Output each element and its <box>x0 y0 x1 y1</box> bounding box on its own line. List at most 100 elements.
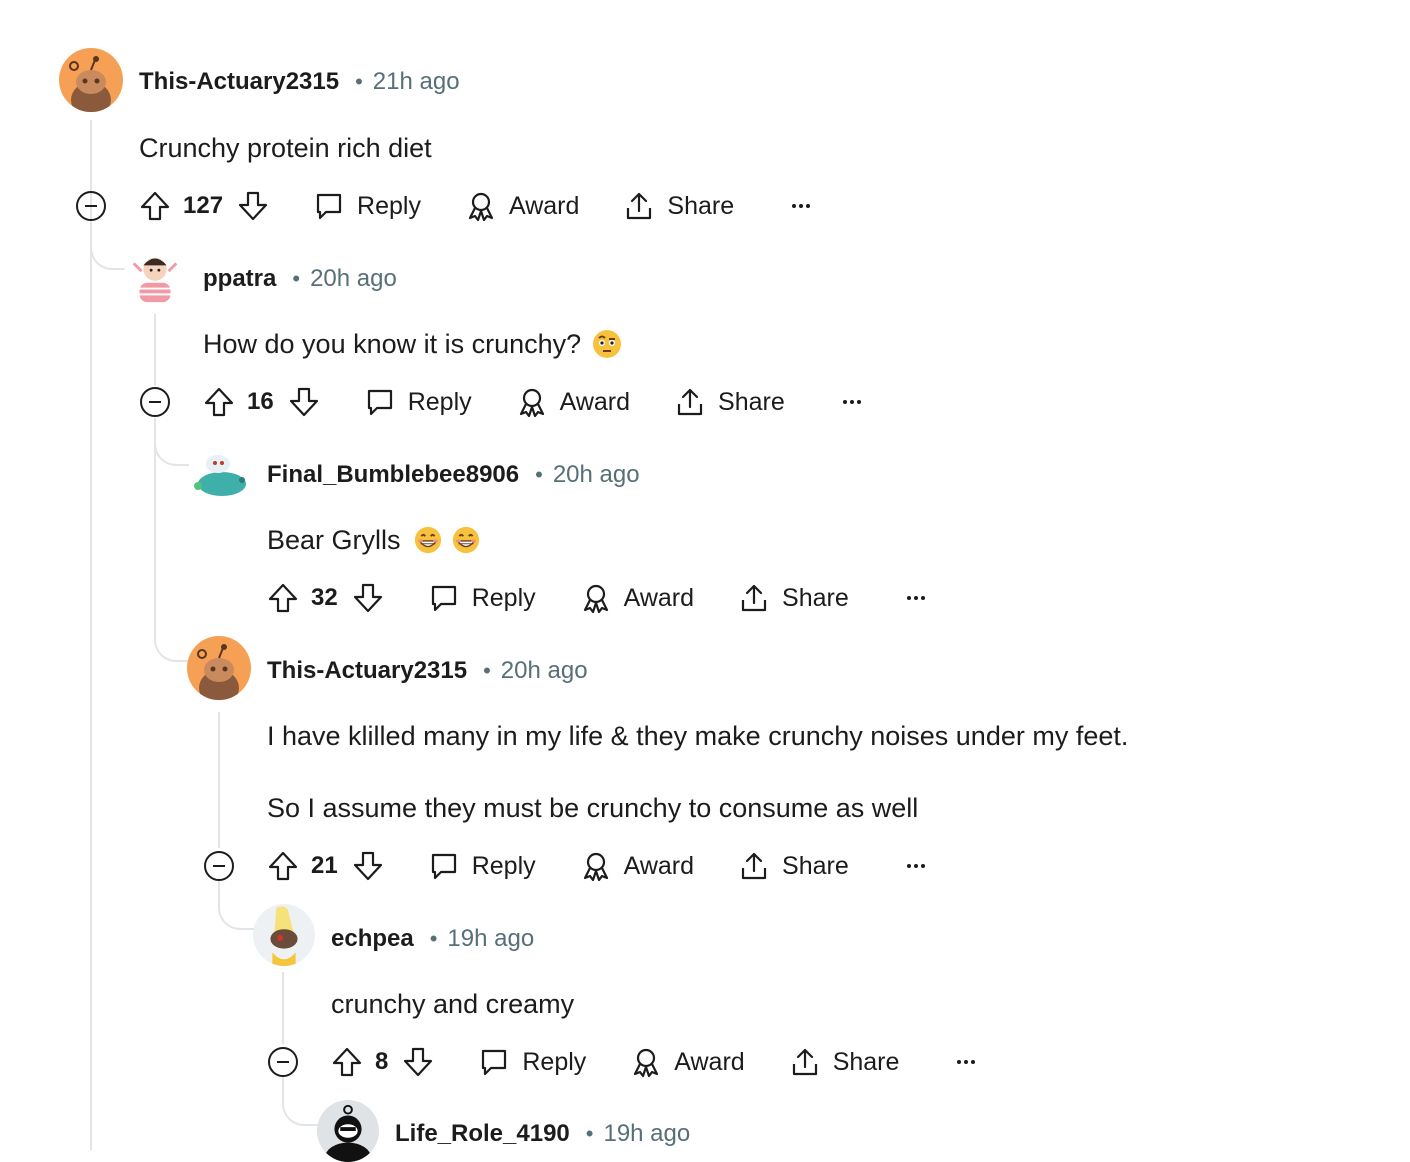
comment-body: Crunchy protein rich diet <box>139 130 432 166</box>
comment-author[interactable]: This-Actuary2315 <box>139 68 339 96</box>
downvote-icon[interactable] <box>402 1046 434 1078</box>
downvote-icon[interactable] <box>352 850 384 882</box>
thread-elbow <box>154 418 192 466</box>
vote-controls: 16 <box>203 386 320 418</box>
upvote-icon[interactable] <box>331 1046 363 1078</box>
comment-text: I have klilled many in my life & they ma… <box>267 720 1129 751</box>
downvote-icon[interactable] <box>237 190 269 222</box>
comment-meta: This-Actuary2315 • 20h ago <box>267 655 588 687</box>
award-ribbon-icon <box>580 850 612 882</box>
share-button[interactable]: Share <box>789 1046 899 1078</box>
comment-timestamp[interactable]: 19h ago <box>447 925 534 953</box>
collapse-thread-icon[interactable] <box>204 851 234 881</box>
meta-separator: • <box>585 1121 594 1146</box>
comment-text: So I assume they must be crunchy to cons… <box>267 792 919 823</box>
award-ribbon-icon <box>630 1046 662 1078</box>
award-button[interactable]: Award <box>465 190 579 222</box>
award-button[interactable]: Award <box>580 582 694 614</box>
downvote-icon[interactable] <box>352 582 384 614</box>
comment-text: Crunchy protein rich diet <box>139 132 432 163</box>
vote-controls: 21 <box>267 850 384 882</box>
comment-actions: 16 Reply Award Share <box>203 382 863 422</box>
thread-elbow <box>218 880 256 930</box>
user-avatar[interactable] <box>59 48 123 112</box>
comment-author[interactable]: Life_Role_4190 <box>395 1120 570 1148</box>
comment-meta: Life_Role_4190 • 19h ago <box>395 1118 690 1150</box>
comment-meta: This-Actuary2315 • 21h ago <box>139 66 460 98</box>
upvote-icon[interactable] <box>267 850 299 882</box>
comment-author[interactable]: ppatra <box>203 265 276 293</box>
comment-text: How do you know it is crunchy? <box>203 328 582 359</box>
award-button[interactable]: Award <box>630 1046 745 1078</box>
vote-controls: 8 <box>331 1046 434 1078</box>
meta-separator: • <box>483 658 491 683</box>
more-options-icon[interactable] <box>905 590 927 606</box>
comment-timestamp[interactable]: 20h ago <box>501 657 588 685</box>
user-avatar[interactable] <box>124 244 186 306</box>
comment-timestamp[interactable]: 20h ago <box>310 265 397 293</box>
comment-author[interactable]: This-Actuary2315 <box>267 657 467 685</box>
reply-button[interactable]: Reply <box>428 582 536 614</box>
collapse-thread-icon[interactable] <box>268 1047 298 1077</box>
thread-line-level-3 <box>218 712 220 848</box>
reply-label: Reply <box>471 851 536 880</box>
comment-timestamp[interactable]: 21h ago <box>373 68 460 96</box>
comment-body: How do you know it is crunchy? <box>203 326 623 362</box>
user-avatar[interactable] <box>187 636 251 700</box>
share-upload-icon <box>738 582 770 614</box>
upvote-icon[interactable] <box>203 386 235 418</box>
more-options-icon[interactable] <box>790 198 812 214</box>
collapse-thread-icon[interactable] <box>76 191 106 221</box>
share-button[interactable]: Share <box>674 386 785 418</box>
reply-button[interactable]: Reply <box>478 1046 586 1078</box>
comment-timestamp[interactable]: 19h ago <box>603 1120 690 1148</box>
vote-count: 32 <box>311 584 338 611</box>
more-options-icon[interactable] <box>841 394 863 410</box>
award-ribbon-icon <box>516 386 548 418</box>
comment-author[interactable]: Final_Bumblebee8906 <box>267 461 519 489</box>
upvote-icon[interactable] <box>139 190 171 222</box>
collapse-thread-icon[interactable] <box>140 387 170 417</box>
share-label: Share <box>782 851 849 880</box>
comment-timestamp[interactable]: 20h ago <box>553 461 640 489</box>
vote-count: 8 <box>375 1048 389 1075</box>
award-button[interactable]: Award <box>580 850 694 882</box>
share-label: Share <box>718 387 785 416</box>
share-upload-icon <box>674 386 706 418</box>
share-upload-icon <box>738 850 770 882</box>
meta-separator: • <box>535 462 543 487</box>
comment-body: crunchy and creamy <box>331 986 574 1022</box>
share-upload-icon <box>789 1046 821 1078</box>
reply-label: Reply <box>471 583 536 612</box>
meta-separator: • <box>429 926 438 951</box>
reply-button[interactable]: Reply <box>364 386 472 418</box>
comment-bubble-icon <box>313 190 345 222</box>
meta-separator: • <box>292 266 301 291</box>
share-button[interactable]: Share <box>623 190 734 222</box>
user-avatar[interactable] <box>253 904 315 966</box>
award-ribbon-icon <box>465 190 497 222</box>
comment-body-line: I have klilled many in my life & they ma… <box>267 718 1128 754</box>
upvote-icon[interactable] <box>267 582 299 614</box>
reply-button[interactable]: Reply <box>313 190 421 222</box>
vote-controls: 32 <box>267 582 384 614</box>
downvote-icon[interactable] <box>288 386 320 418</box>
award-button[interactable]: Award <box>516 386 630 418</box>
comment-author[interactable]: echpea <box>331 925 414 953</box>
award-label: Award <box>508 191 580 220</box>
share-button[interactable]: Share <box>738 850 849 882</box>
comment-bubble-icon <box>364 386 396 418</box>
comment-text: crunchy and creamy <box>331 988 575 1019</box>
award-label: Award <box>559 387 631 416</box>
comment-actions: 21 Reply Award Share <box>267 846 927 886</box>
comment-meta: ppatra • 20h ago <box>203 263 397 295</box>
reply-button[interactable]: Reply <box>428 850 536 882</box>
more-options-icon[interactable] <box>905 858 927 874</box>
award-label: Award <box>623 583 695 612</box>
user-avatar[interactable] <box>188 440 252 504</box>
award-ribbon-icon <box>580 582 612 614</box>
user-avatar[interactable] <box>317 1100 379 1162</box>
share-button[interactable]: Share <box>738 582 849 614</box>
more-options-icon[interactable] <box>955 1054 977 1070</box>
thread-elbow <box>282 1076 320 1126</box>
